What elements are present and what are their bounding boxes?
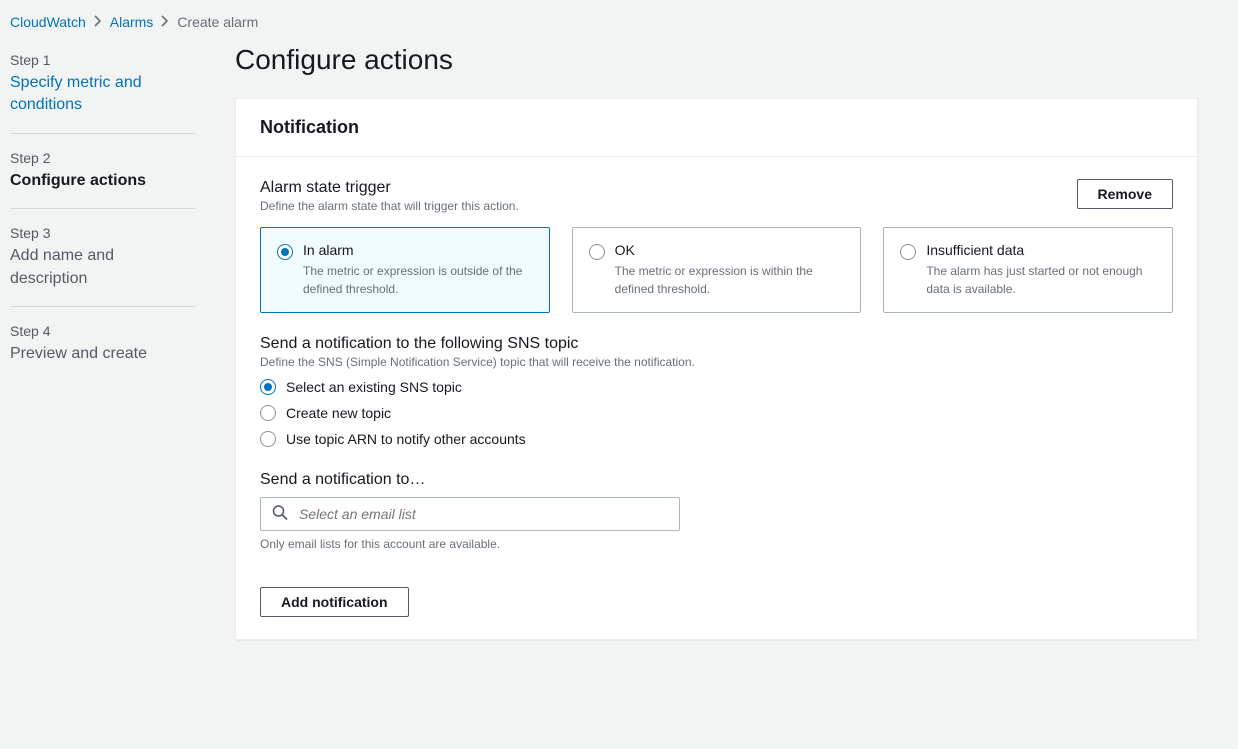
alarm-state-title: Alarm state trigger: [260, 179, 519, 197]
radio-icon: [589, 244, 605, 260]
step-number: Step 4: [10, 323, 195, 339]
radio-label: Use topic ARN to notify other accounts: [286, 431, 526, 447]
radio-create-topic[interactable]: Create new topic: [260, 405, 1173, 421]
add-notification-button[interactable]: Add notification: [260, 587, 409, 617]
step-label: Specify metric and conditions: [10, 72, 195, 117]
sns-topic-title: Send a notification to the following SNS…: [260, 335, 1173, 353]
panel-body: Alarm state trigger Define the alarm sta…: [236, 157, 1197, 639]
radio-icon: [260, 431, 276, 447]
step-label: Configure actions: [10, 170, 195, 192]
email-list-input[interactable]: [260, 497, 680, 531]
step-label: Preview and create: [10, 343, 195, 365]
wizard-steps: Step 1 Specify metric and conditions Ste…: [10, 38, 195, 640]
tile-title: OK: [615, 242, 845, 258]
breadcrumb-current: Create alarm: [177, 14, 258, 30]
tile-insufficient-data[interactable]: Insufficient data The alarm has just sta…: [883, 227, 1173, 313]
step-number: Step 2: [10, 150, 195, 166]
radio-existing-topic[interactable]: Select an existing SNS topic: [260, 379, 1173, 395]
breadcrumb-link-alarms[interactable]: Alarms: [110, 14, 154, 30]
panel-title: Notification: [260, 117, 1173, 138]
breadcrumb-link-cloudwatch[interactable]: CloudWatch: [10, 14, 86, 30]
tile-in-alarm[interactable]: In alarm The metric or expression is out…: [260, 227, 550, 313]
tile-title: In alarm: [303, 242, 533, 258]
search-icon: [272, 505, 288, 524]
radio-label: Select an existing SNS topic: [286, 379, 462, 395]
tile-desc: The metric or expression is outside of t…: [303, 262, 533, 298]
tile-desc: The alarm has just started or not enough…: [926, 262, 1156, 298]
tile-desc: The metric or expression is within the d…: [615, 262, 845, 298]
remove-button[interactable]: Remove: [1077, 179, 1173, 209]
radio-label: Create new topic: [286, 405, 391, 421]
sns-topic-desc: Define the SNS (Simple Notification Serv…: [260, 355, 1173, 369]
step-1[interactable]: Step 1 Specify metric and conditions: [10, 52, 195, 134]
radio-icon: [260, 379, 276, 395]
chevron-right-icon: [94, 14, 102, 30]
radio-icon: [277, 244, 293, 260]
notify-to-label: Send a notification to…: [260, 471, 1173, 489]
step-4: Step 4 Preview and create: [10, 323, 195, 381]
tile-title: Insufficient data: [926, 242, 1156, 258]
radio-icon: [900, 244, 916, 260]
sns-topic-radio-group: Select an existing SNS topic Create new …: [260, 379, 1173, 447]
tile-ok[interactable]: OK The metric or expression is within th…: [572, 227, 862, 313]
radio-icon: [260, 405, 276, 421]
step-2: Step 2 Configure actions: [10, 150, 195, 209]
step-number: Step 3: [10, 225, 195, 241]
step-number: Step 1: [10, 52, 195, 68]
alarm-state-options: In alarm The metric or expression is out…: [260, 227, 1173, 313]
main-content: Configure actions Notification Alarm sta…: [235, 38, 1228, 640]
step-3: Step 3 Add name and description: [10, 225, 195, 307]
notification-panel: Notification Alarm state trigger Define …: [235, 98, 1198, 640]
panel-header: Notification: [236, 99, 1197, 157]
chevron-right-icon: [161, 14, 169, 30]
alarm-state-desc: Define the alarm state that will trigger…: [260, 199, 519, 213]
breadcrumb: CloudWatch Alarms Create alarm: [0, 0, 1238, 38]
notify-to-helper: Only email lists for this account are av…: [260, 537, 1173, 551]
page-title: Configure actions: [235, 44, 1198, 76]
step-label: Add name and description: [10, 245, 195, 290]
radio-topic-arn[interactable]: Use topic ARN to notify other accounts: [260, 431, 1173, 447]
